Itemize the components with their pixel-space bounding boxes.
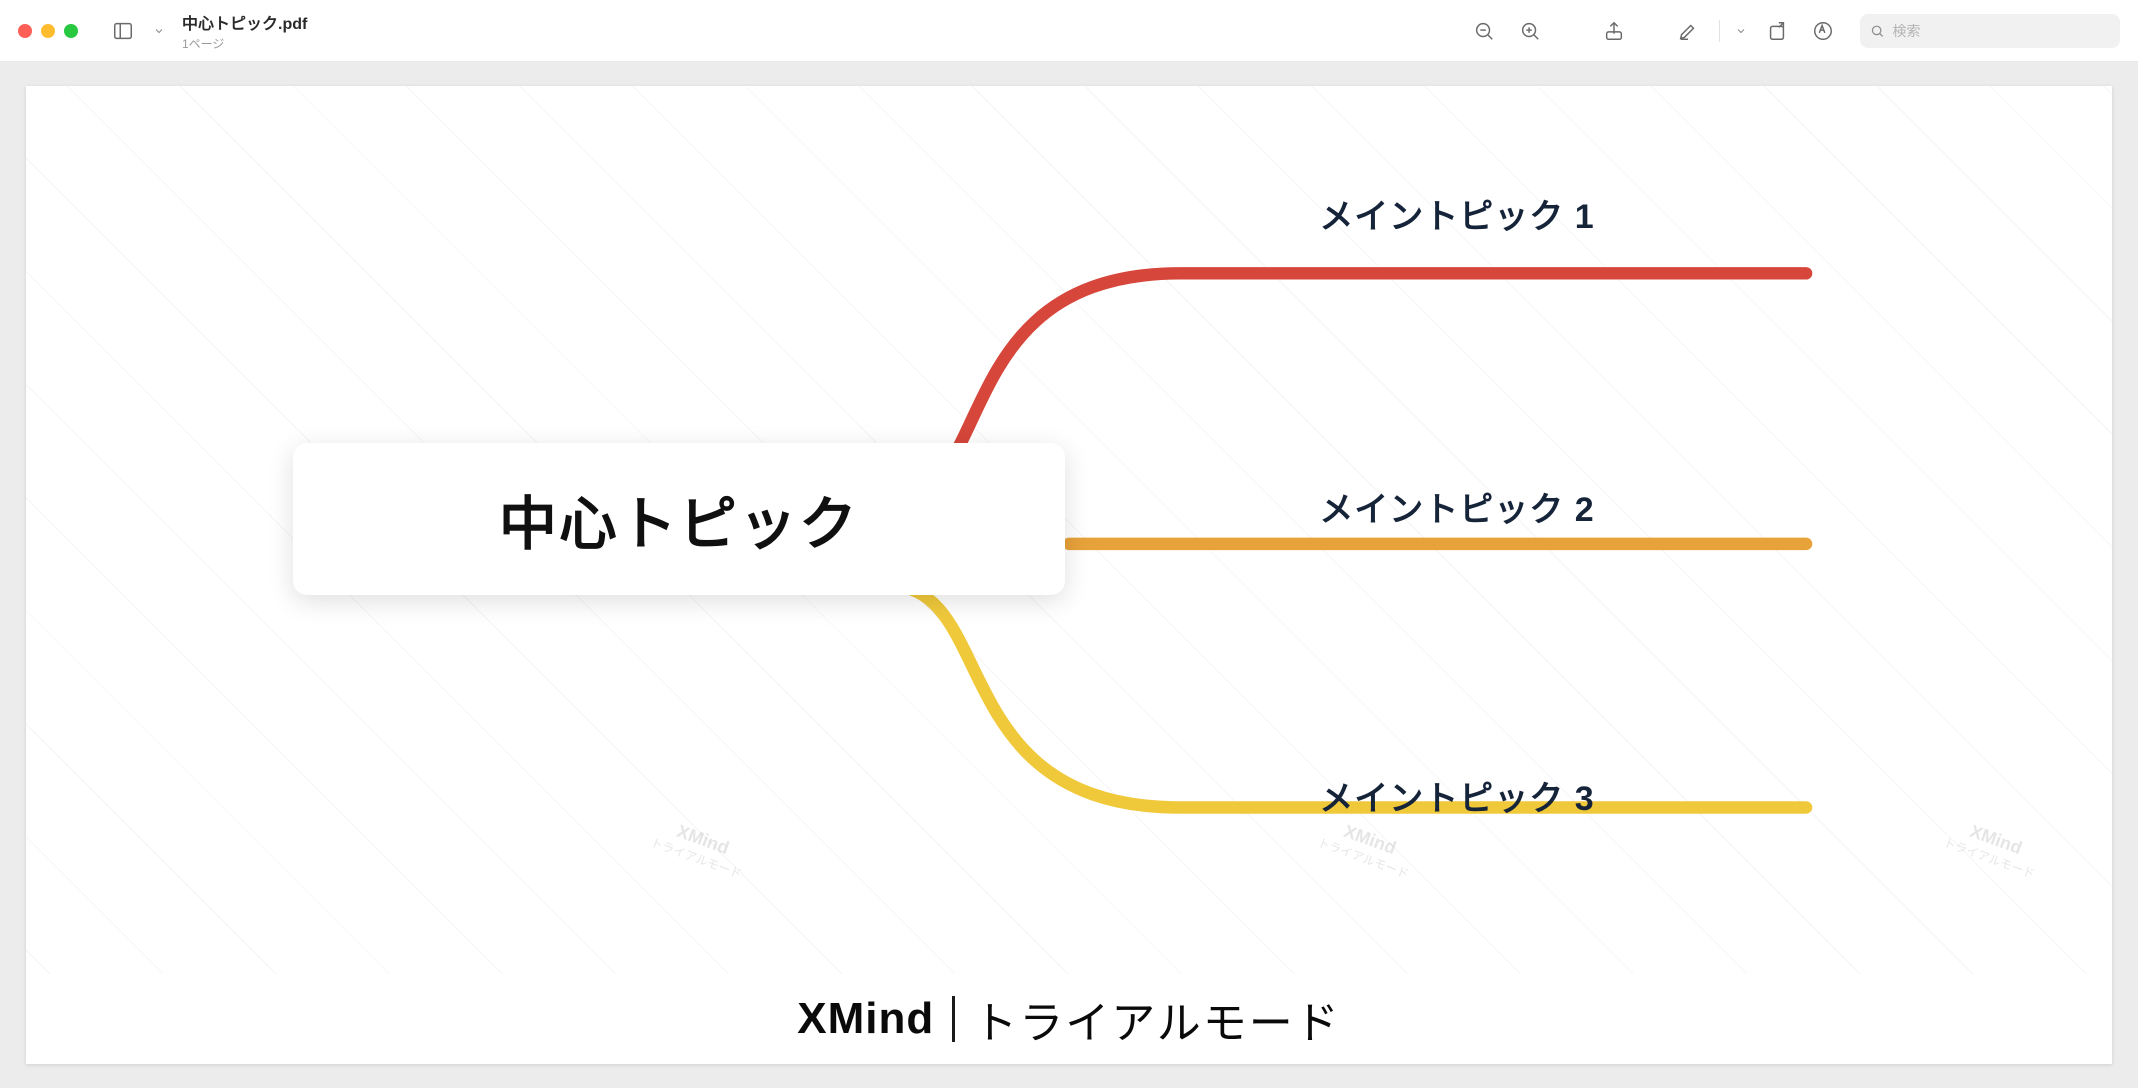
marker-icon — [1812, 20, 1834, 42]
zoom-window-button[interactable] — [64, 24, 78, 38]
trial-banner: XMind トライアルモード — [26, 974, 2112, 1064]
share-button[interactable] — [1595, 12, 1633, 50]
sidebar-menu-chevron[interactable] — [150, 25, 168, 37]
chevron-down-icon — [153, 25, 165, 37]
toolbar-separator — [1719, 20, 1720, 42]
rotate-button[interactable] — [1758, 12, 1796, 50]
annotate-button[interactable] — [1669, 12, 1707, 50]
annotate-menu-chevron[interactable] — [1732, 25, 1750, 37]
search-input[interactable] — [1893, 23, 2111, 39]
search-field[interactable] — [1860, 14, 2120, 48]
toolbar: 中心トピック.pdf 1ページ — [0, 0, 2138, 62]
zoom-out-button[interactable] — [1465, 12, 1503, 50]
window-controls — [18, 24, 78, 38]
search-icon — [1870, 23, 1885, 39]
highlight-button[interactable] — [1804, 12, 1842, 50]
sidebar-icon — [112, 20, 134, 42]
zoom-in-button[interactable] — [1511, 12, 1549, 50]
document-viewport[interactable]: 中心トピック メイントピック 1 メイントピック 2 メイントピック 3 XMi… — [0, 62, 2138, 1088]
main-topic-3: メイントピック 3 — [1319, 771, 1594, 820]
main-topic-1: メイントピック 1 — [1319, 189, 1594, 238]
document-title: 中心トピック.pdf — [182, 10, 307, 34]
zoom-out-icon — [1473, 20, 1495, 42]
share-icon — [1603, 20, 1625, 42]
pdf-page: 中心トピック メイントピック 1 メイントピック 2 メイントピック 3 XMi… — [26, 86, 2112, 1064]
trial-banner-mode: トライアルモード — [973, 987, 1341, 1051]
close-window-button[interactable] — [18, 24, 32, 38]
sidebar-toggle-button[interactable] — [104, 12, 142, 50]
pencil-icon — [1677, 20, 1699, 42]
central-topic: 中心トピック — [293, 443, 1065, 595]
rotate-icon — [1766, 20, 1788, 42]
chevron-down-icon — [1735, 25, 1747, 37]
trial-banner-brand: XMind — [797, 994, 934, 1044]
zoom-in-icon — [1519, 20, 1541, 42]
minimize-window-button[interactable] — [41, 24, 55, 38]
trial-banner-divider — [952, 996, 955, 1042]
document-title-block: 中心トピック.pdf 1ページ — [182, 10, 307, 52]
document-page-indicator: 1ページ — [182, 35, 307, 52]
main-topic-2: メイントピック 2 — [1319, 482, 1594, 531]
